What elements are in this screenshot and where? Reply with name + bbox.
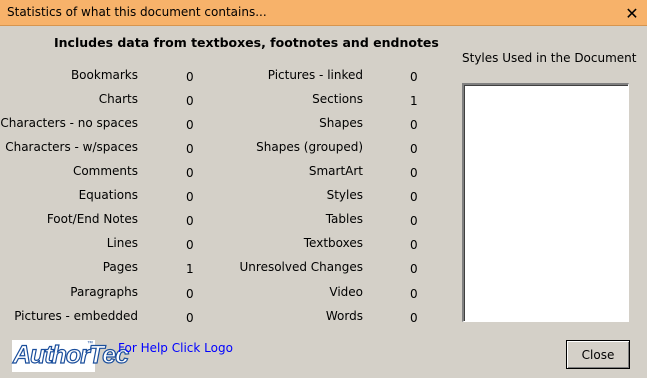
close-button[interactable]: Close — [566, 340, 630, 369]
stat-label: Charts — [98, 92, 138, 106]
title-bar: Statistics of what this document contain… — [0, 0, 647, 26]
stat-label: Lines — [106, 236, 138, 250]
stat-value: 0 — [186, 238, 194, 252]
stat-label: Paragraphs — [70, 285, 138, 299]
stat-label: Styles — [326, 188, 363, 202]
stat-label: Words — [325, 309, 363, 323]
stat-value: 0 — [186, 311, 194, 325]
stat-value: 0 — [410, 118, 418, 132]
stat-value: 0 — [410, 238, 418, 252]
stat-value: 0 — [186, 70, 194, 84]
stat-label: Comments — [72, 164, 138, 178]
stat-label: Shapes (grouped) — [256, 140, 363, 154]
stat-value: 0 — [186, 190, 194, 204]
stat-value: 0 — [186, 118, 194, 132]
stat-label: Equations — [78, 188, 138, 202]
stat-value: 1 — [186, 262, 194, 276]
stat-value: 0 — [410, 262, 418, 276]
stat-value: 0 — [186, 142, 194, 156]
stat-label: Sections — [312, 92, 363, 106]
stat-label: Pictures - embedded — [14, 309, 138, 323]
close-icon[interactable]: ✕ — [617, 0, 647, 26]
stat-value: 0 — [410, 214, 418, 228]
stat-label: Shapes — [319, 116, 363, 130]
stat-value: 0 — [410, 166, 418, 180]
stat-label: Unresolved Changes — [239, 260, 363, 274]
help-link[interactable]: For Help Click Logo — [118, 341, 233, 355]
stat-value: 0 — [410, 70, 418, 84]
stat-label: Bookmarks — [70, 68, 138, 82]
stat-value: 0 — [186, 214, 194, 228]
stat-label: Tables — [325, 212, 363, 226]
styles-panel-label: Styles Used in the Document — [462, 51, 637, 65]
stat-label: Characters - no spaces — [0, 116, 138, 130]
styles-list[interactable] — [462, 83, 629, 322]
stat-label: Characters - w/spaces — [5, 140, 138, 154]
stat-label: Foot/End Notes — [46, 212, 138, 226]
stats-heading: Includes data from textboxes, footnotes … — [54, 35, 439, 50]
stat-label: SmartArt — [308, 164, 363, 178]
stat-value: 0 — [410, 190, 418, 204]
stat-value: 1 — [410, 94, 418, 108]
logo-text: AuthorTec — [12, 340, 129, 369]
stat-value: 0 — [186, 166, 194, 180]
stat-value: 0 — [186, 94, 194, 108]
authortec-logo[interactable]: AuthorTec ™ — [12, 340, 130, 372]
stat-value: 0 — [186, 287, 194, 301]
logo-trademark: ™ — [87, 341, 93, 347]
window-title: Statistics of what this document contain… — [7, 5, 267, 19]
stat-label: Pictures - linked — [267, 68, 363, 82]
stat-label: Textboxes — [303, 236, 363, 250]
stat-value: 0 — [410, 142, 418, 156]
stat-value: 0 — [410, 287, 418, 301]
stat-label: Video — [329, 285, 363, 299]
stat-label: Pages — [102, 260, 138, 274]
stat-value: 0 — [410, 311, 418, 325]
